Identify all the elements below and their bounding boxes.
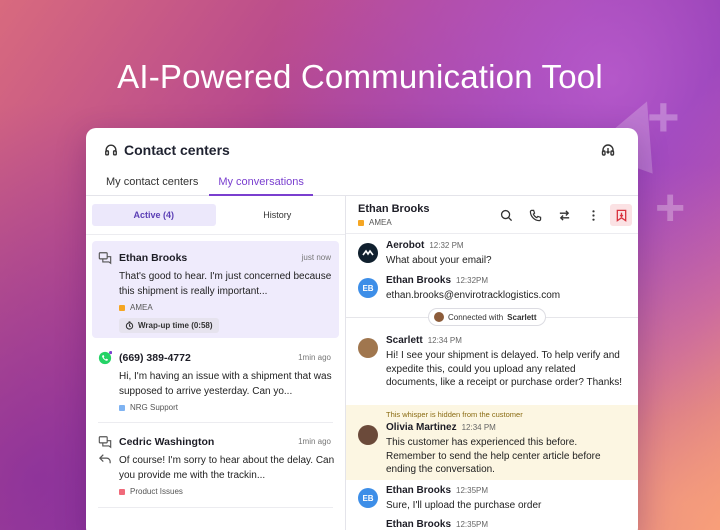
status-segmented-control: Active (4) History [86,196,345,226]
search-button[interactable] [498,207,514,223]
conversation-preview: Of course! I'm sorry to hear about the d… [119,455,335,481]
conversation-preview: That's good to hear. I'm just concerned … [119,271,332,297]
agent-mini-avatar [434,312,444,322]
message-time: 12:32 PM [429,241,464,250]
sender-name: Ethan Brooks [386,519,452,530]
more-options-button[interactable] [585,207,601,223]
phone-icon [529,209,541,221]
avatar [358,425,378,445]
sender-name: Aerobot [386,240,425,251]
message-time: 12:32PM [456,276,489,285]
bookmark-download-icon [616,209,626,222]
conversation-name: Ethan Brooks [119,252,188,264]
message-text: This customer has experienced this befor… [386,437,601,475]
contact-centers-panel: Contact centers My contact centers My co… [86,128,638,530]
divider [86,234,345,235]
list-item[interactable]: Cedric Washington 1min ago Of course! I'… [92,425,339,505]
list-item[interactable]: Ethan Brooks just now That's good to hea… [92,241,339,338]
sender-name: Ethan Brooks [386,275,452,286]
queue-tag: NRG Support [119,403,178,412]
sender-name: Olivia Martinez [386,422,457,433]
headset-icon [105,144,117,156]
avatar: EB [358,278,378,298]
connected-agent-name: Scarlett [507,312,537,322]
chat-contact-name: Ethan Brooks [358,203,430,215]
message-sender: Scarlett 12:34 PM [386,335,462,346]
sender-name: Scarlett [386,335,423,346]
sender-name: Ethan Brooks [386,485,452,496]
message-time: 12:35PM [456,520,489,529]
conversation-name: (669) 389-4772 [119,352,191,364]
tag-color-dot [358,219,364,226]
message-text: What about your email? [386,255,492,266]
whatsapp-icon [98,351,112,365]
hero-title: AI-Powered Communication Tool [117,58,603,95]
more-vertical-icon [591,209,595,221]
message-sender: Ethan Brooks 12:35PM [386,485,488,496]
message-text: ethan.brooks@envirotracklogistics.com [386,290,561,301]
chat-panel: Ethan Brooks AMEA Aerobot 12:32 PM What … [346,196,638,530]
tab-my-conversations[interactable]: My conversations [209,172,313,196]
conversation-name: Cedric Washington [119,436,215,448]
wrap-up-badge: Wrap-up time (0:58) [119,318,219,333]
transfer-button[interactable] [556,207,572,223]
list-item[interactable]: (669) 389-4772 1min ago Hi, I'm having a… [92,341,339,421]
panel-title: Contact centers [124,142,230,158]
message-time: 12:34 PM [461,423,496,432]
queue-tag: Product Issues [119,487,183,496]
queue-tag-label: NRG Support [130,403,179,412]
decorative-plus-icon: + [655,179,686,237]
conversation-time: just now [301,253,331,262]
call-button[interactable] [527,207,543,223]
avatar [358,338,378,358]
divider [98,422,333,423]
chat-region-label: AMEA [369,218,392,227]
headset-status-icon[interactable] [600,142,616,158]
message-sender: Ethan Brooks 12:35PM [386,519,488,530]
connected-divider: Connected with Scarlett [346,307,638,327]
aerobot-avatar [358,243,378,263]
chat-region-tag: AMEA [358,218,392,227]
reply-icon [99,454,111,464]
message-sender: Olivia Martinez 12:34 PM [386,422,496,433]
tag-color-dot [119,488,125,495]
conversation-list: Active (4) History Ethan Brooks just now… [86,196,346,530]
message-text: Sure, I'll upload the purchase order [386,500,542,511]
message-time: 12:35PM [456,486,489,495]
history-segment-button[interactable]: History [216,204,340,226]
divider [98,507,333,508]
search-icon [500,209,512,221]
end-conversation-button[interactable] [610,204,632,226]
connected-pill: Connected with Scarlett [428,308,546,326]
aerobot-logo-icon [362,249,374,256]
queue-tag-label: Product Issues [130,487,183,496]
message-sender: Ethan Brooks 12:32PM [386,275,488,286]
chat-bubbles-icon [98,436,112,449]
message-sender: Aerobot 12:32 PM [386,240,464,251]
panel-tabs: My contact centers My conversations [86,172,638,196]
conversation-preview: Hi, I'm having an issue with a shipment … [119,371,332,397]
queue-tag-label: AMEA [130,303,153,312]
transfer-arrows-icon [559,209,569,221]
chat-header: Ethan Brooks AMEA [346,196,638,234]
tab-my-contact-centers[interactable]: My contact centers [106,172,198,195]
conversation-time: 1min ago [298,437,331,446]
chat-bubbles-icon [98,252,112,265]
timer-icon [125,321,134,330]
wrap-up-label: Wrap-up time (0:58) [138,321,213,330]
whisper-note: This whisper is hidden from the customer [386,410,523,419]
connected-label: Connected with [448,312,504,322]
conversation-time: 1min ago [298,353,331,362]
avatar: EB [358,488,378,508]
message-time: 12:34 PM [427,336,462,345]
tag-color-dot [119,304,125,311]
panel-header: Contact centers [86,128,638,172]
queue-tag: AMEA [119,303,153,312]
active-segment-button[interactable]: Active (4) [92,204,216,226]
message-text: Hi! I see your shipment is delayed. To h… [386,350,623,388]
tag-color-dot [119,404,125,411]
